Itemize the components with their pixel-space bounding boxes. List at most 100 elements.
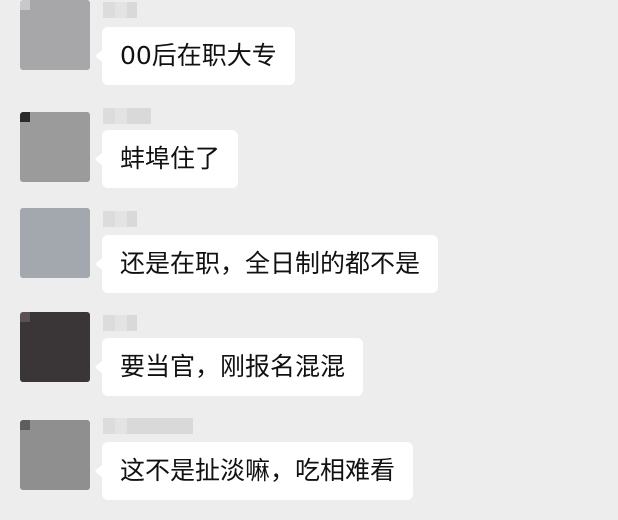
avatar-mosaic-tile [20,460,30,470]
avatar-mosaic-tile [60,268,70,278]
avatar-mosaic-tile [40,122,50,132]
avatar-mosaic-tile [60,312,70,322]
avatar-mosaic-tile [30,30,40,40]
avatar-mosaic-tile [40,30,50,40]
avatar-mosaic-tile [30,460,40,470]
avatar-mosaic-tile [20,322,30,332]
avatar-mosaic-tile [60,60,70,70]
avatar-mosaic-tile [70,332,80,342]
avatar-mosaic-tile [40,228,50,238]
avatar-mosaic-tile [40,332,50,342]
avatar-mosaic-tile [40,218,50,228]
avatar-mosaic-tile [50,20,60,30]
avatar-mosaic-tile [20,10,30,20]
avatar-mosaic-tile [60,372,70,382]
avatar-mosaic-tile [30,268,40,278]
avatar-mosaic-tile [40,142,50,152]
avatar-mosaic-tile [80,208,90,218]
avatar-mosaic-tile [70,450,80,460]
avatar-mosaic-tile [40,238,50,248]
avatar-mosaic-tile [20,0,30,10]
avatar-mosaic-tile [40,132,50,142]
avatar-mosaic-tile [60,152,70,162]
avatar-mosaic-tile [30,172,40,182]
avatar-mosaic-tile [40,322,50,332]
avatar-mosaic-tile [80,172,90,182]
avatar-mosaic-tile [40,268,50,278]
avatar-mosaic-tile [40,470,50,480]
avatar-mosaic-tile [20,142,30,152]
avatar-mosaic-tile [60,122,70,132]
avatar-mosaic-tile [30,258,40,268]
avatar-mosaic-tile [40,152,50,162]
avatar-mosaic-tile [80,30,90,40]
avatar-mosaic-tile [20,60,30,70]
avatar-mosaic-tile [20,132,30,142]
sender-avatar[interactable] [20,208,90,278]
sender-nickname-redacted [103,315,137,331]
avatar-mosaic-tile [40,10,50,20]
avatar-mosaic-tile [40,20,50,30]
avatar-mosaic-tile [60,112,70,122]
avatar-mosaic-tile [60,208,70,218]
avatar-mosaic-tile [60,238,70,248]
sender-avatar[interactable] [20,312,90,382]
sender-avatar[interactable] [20,112,90,182]
avatar-mosaic-tile [60,172,70,182]
sender-avatar[interactable] [20,420,90,490]
avatar-mosaic-tile [60,228,70,238]
avatar-mosaic-tile [30,362,40,372]
avatar-mosaic-tile [80,162,90,172]
avatar-mosaic-tile [50,248,60,258]
avatar-mosaic-tile [70,30,80,40]
avatar-mosaic-tile [20,352,30,362]
avatar-mosaic-tile [50,238,60,248]
message-bubble[interactable]: 要当官，刚报名混混 [94,338,364,396]
message-bubble[interactable]: 这不是扯淡嘛，吃相难看 [94,442,414,500]
avatar-mosaic-tile [40,312,50,322]
avatar-mosaic-tile [40,50,50,60]
avatar-mosaic-tile [30,312,40,322]
avatar-mosaic-tile [80,460,90,470]
sender-avatar[interactable] [20,0,90,70]
avatar-mosaic-tile [70,20,80,30]
avatar-mosaic-tile [80,0,90,10]
avatar-mosaic-tile [80,132,90,142]
avatar-mosaic-tile [30,238,40,248]
avatar-mosaic-tile [70,342,80,352]
message-bubble[interactable]: 00后在职大专 [95,27,295,85]
avatar-mosaic-tile [40,172,50,182]
avatar-mosaic-tile [40,460,50,470]
sender-nickname-redacted [103,2,137,18]
avatar-mosaic-tile [60,10,70,20]
message-bubble[interactable]: 还是在职，全日制的都不是 [94,235,439,293]
avatar-mosaic-tile [60,50,70,60]
avatar-mosaic-tile [50,40,60,50]
avatar-mosaic-tile [30,470,40,480]
avatar-mosaic-tile [60,218,70,228]
avatar-mosaic-tile [30,332,40,342]
avatar-mosaic-tile [50,440,60,450]
avatar-mosaic-tile [30,142,40,152]
avatar-mosaic-tile [70,0,80,10]
avatar-mosaic-tile [80,420,90,430]
avatar-mosaic-tile [30,450,40,460]
avatar-mosaic-tile [70,312,80,322]
avatar-mosaic-tile [50,322,60,332]
avatar-mosaic-tile [70,172,80,182]
avatar-mosaic-tile [50,60,60,70]
avatar-mosaic-tile [80,112,90,122]
avatar-mosaic-tile [50,268,60,278]
sender-nickname-redacted [103,108,151,124]
avatar-mosaic-tile [70,112,80,122]
avatar-mosaic-tile [60,362,70,372]
avatar-mosaic-tile [70,322,80,332]
avatar-mosaic-tile [20,218,30,228]
avatar-mosaic-tile [70,10,80,20]
avatar-mosaic-tile [20,40,30,50]
avatar-mosaic-tile [60,162,70,172]
avatar-mosaic-tile [60,430,70,440]
avatar-mosaic-tile [70,60,80,70]
message-bubble[interactable]: 蚌埠住了 [94,130,239,188]
avatar-mosaic-tile [50,162,60,172]
